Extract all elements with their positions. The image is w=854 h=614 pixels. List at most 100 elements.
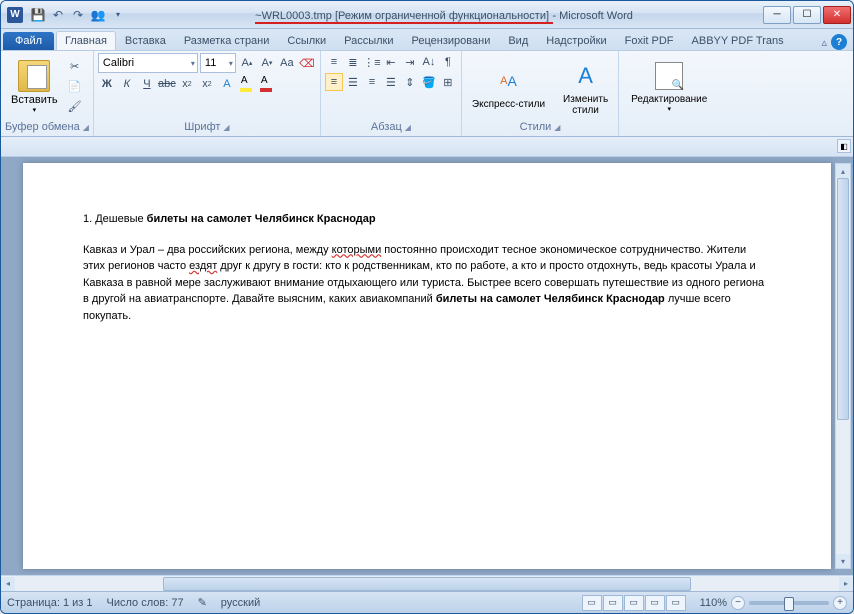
undo-icon[interactable]: ↶ [49, 6, 67, 24]
tab-abbyy[interactable]: ABBYY PDF Trans [683, 31, 793, 50]
zoom-out-icon[interactable]: − [731, 596, 745, 610]
grow-font-icon[interactable]: A▴ [238, 54, 256, 72]
show-marks-icon[interactable]: ¶ [439, 53, 457, 71]
cut-icon[interactable]: ✂ [66, 58, 84, 76]
title-filename: ~WRL0003.tmp [255, 10, 332, 22]
ruler: ◧ [1, 137, 853, 157]
find-icon [655, 62, 683, 90]
change-case-icon[interactable]: Aa [278, 54, 296, 72]
editing-button[interactable]: Редактирование ▾ [623, 58, 715, 117]
scroll-right-icon[interactable]: ▸ [839, 577, 853, 591]
tab-references[interactable]: Ссылки [278, 31, 335, 50]
qat-icon[interactable]: 👥 [89, 6, 107, 24]
view-outline-icon[interactable]: ▭ [645, 595, 665, 611]
sort-icon[interactable]: A↓ [420, 53, 438, 71]
vscroll-thumb[interactable] [837, 178, 849, 420]
tab-mailings[interactable]: Рассылки [335, 31, 402, 50]
view-reading-icon[interactable]: ▭ [603, 595, 623, 611]
document-body[interactable]: 1. Дешевые билеты на самолет Челябинск К… [83, 211, 771, 324]
tab-view[interactable]: Вид [499, 31, 537, 50]
paste-button[interactable]: Вставить ▾ [5, 55, 64, 119]
shrink-font-icon[interactable]: A▾ [258, 54, 276, 72]
align-right-icon[interactable]: ≡ [363, 73, 381, 91]
zoom-level[interactable]: 110% [700, 597, 727, 609]
status-page[interactable]: Страница: 1 из 1 [7, 597, 93, 609]
numbering-icon[interactable]: ≣ [344, 53, 362, 71]
tab-foxit[interactable]: Foxit PDF [616, 31, 683, 50]
indent-dec-icon[interactable]: ⇤ [382, 53, 400, 71]
font-size-combo[interactable]: 11 [200, 53, 236, 73]
underline-button[interactable]: Ч [138, 75, 156, 93]
minimize-button[interactable]: ─ [763, 6, 791, 24]
quick-access-toolbar: 💾 ↶ ↷ 👥 ▾ [29, 6, 127, 24]
change-styles-button[interactable]: A Изменить стили [557, 56, 614, 118]
annotation-underline [255, 22, 553, 24]
status-lang[interactable]: русский [221, 597, 260, 609]
para-text: Кавказ и Урал – два российских региона, … [83, 244, 332, 256]
vertical-scrollbar[interactable]: ▴ ▾ [835, 163, 851, 569]
scroll-left-icon[interactable]: ◂ [1, 577, 15, 591]
line-spacing-icon[interactable]: ⇕ [401, 73, 419, 91]
view-draft-icon[interactable]: ▭ [666, 595, 686, 611]
statusbar: Страница: 1 из 1 Число слов: 77 ✎ русски… [1, 591, 853, 613]
tab-layout[interactable]: Разметка страни [175, 31, 279, 50]
superscript-button[interactable]: x2 [198, 75, 216, 93]
align-center-icon[interactable]: ☰ [344, 73, 362, 91]
indent-inc-icon[interactable]: ⇥ [401, 53, 419, 71]
save-icon[interactable]: 💾 [29, 6, 47, 24]
hscroll-track[interactable] [15, 577, 839, 591]
highlight-button[interactable] [238, 75, 256, 93]
para-word: ездят [189, 260, 217, 272]
page[interactable]: 1. Дешевые билеты на самолет Челябинск К… [23, 163, 831, 569]
proofing-icon[interactable]: ✎ [198, 596, 207, 609]
para-bold: билеты на самолет Челябинск Краснодар [436, 293, 665, 305]
hscroll-thumb[interactable] [163, 577, 690, 591]
borders-icon[interactable]: ⊞ [439, 73, 457, 91]
format-painter-icon[interactable]: 🖌 [66, 98, 84, 116]
bold-button[interactable]: Ж [98, 75, 116, 93]
zoom-slider[interactable] [749, 601, 829, 605]
align-justify-icon[interactable]: ☰ [382, 73, 400, 91]
window-title: ~WRL0003.tmp [Режим ограниченной функцио… [127, 8, 761, 22]
copy-icon[interactable]: 📄 [66, 78, 84, 96]
text-effects-icon[interactable]: A [218, 75, 236, 93]
font-color-button[interactable] [258, 75, 276, 93]
italic-button[interactable]: К [118, 75, 136, 93]
view-web-icon[interactable]: ▭ [624, 595, 644, 611]
tab-home[interactable]: Главная [56, 31, 116, 50]
clear-format-icon[interactable]: ⌫ [298, 54, 316, 72]
tab-addins[interactable]: Надстройки [537, 31, 615, 50]
redo-icon[interactable]: ↷ [69, 6, 87, 24]
quick-styles-button[interactable]: AA Экспресс-стили [466, 61, 551, 112]
title-mode: [Режим ограниченной функциональности] [335, 10, 549, 22]
ruler-toggle-icon[interactable]: ◧ [837, 139, 851, 153]
file-tab[interactable]: Файл [3, 32, 54, 50]
paste-label: Вставить [11, 94, 58, 106]
group-label-paragraph: Абзац◢ [325, 120, 457, 134]
strike-button[interactable]: abc [158, 75, 176, 93]
horizontal-scrollbar[interactable]: ◂ ▸ [1, 575, 853, 591]
heading-prefix: 1. Дешевые [83, 213, 147, 225]
multilevel-icon[interactable]: ⋮≡ [363, 53, 381, 71]
font-name-combo[interactable]: Calibri [98, 53, 198, 73]
help-icon[interactable]: ? [831, 34, 847, 50]
shading-icon[interactable]: 🪣 [420, 73, 438, 91]
tab-insert[interactable]: Вставка [116, 31, 175, 50]
close-button[interactable]: ✕ [823, 6, 851, 24]
zoom-control: 110% − + [700, 596, 847, 610]
group-label-font: Шрифт◢ [98, 120, 316, 134]
minimize-ribbon-icon[interactable]: ▵ [821, 36, 827, 49]
subscript-button[interactable]: x2 [178, 75, 196, 93]
maximize-button[interactable]: ☐ [793, 6, 821, 24]
view-print-icon[interactable]: ▭ [582, 595, 602, 611]
scroll-up-icon[interactable]: ▴ [836, 164, 850, 178]
qat-dropdown-icon[interactable]: ▾ [109, 6, 127, 24]
zoom-in-icon[interactable]: + [833, 596, 847, 610]
bullets-icon[interactable]: ≡ [325, 53, 343, 71]
quick-styles-label: Экспресс-стили [472, 99, 545, 110]
group-label-clipboard: Буфер обмена◢ [5, 120, 89, 134]
scroll-down-icon[interactable]: ▾ [836, 554, 850, 568]
tab-review[interactable]: Рецензировани [403, 31, 500, 50]
align-left-icon[interactable]: ≡ [325, 73, 343, 91]
status-words[interactable]: Число слов: 77 [107, 597, 184, 609]
